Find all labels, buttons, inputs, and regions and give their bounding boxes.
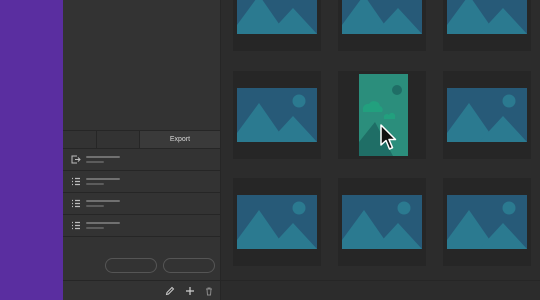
side-panel: Export <box>63 0 221 300</box>
left-sidebar <box>0 0 63 300</box>
placeholder-line <box>86 205 104 207</box>
thumbnail-cell[interactable] <box>233 178 321 266</box>
image-placeholder-icon <box>237 0 317 34</box>
placeholder-line <box>86 222 120 224</box>
tab-1[interactable] <box>63 130 97 149</box>
trash-icon[interactable] <box>204 286 214 296</box>
thumbnail-cell[interactable] <box>233 0 321 51</box>
image-placeholder-icon <box>342 195 422 249</box>
thumbnail-cell[interactable] <box>443 0 531 51</box>
plus-icon[interactable] <box>185 286 195 296</box>
pill-button-2[interactable] <box>163 258 215 273</box>
placeholder-line <box>86 161 104 163</box>
thumbnail-cell[interactable] <box>338 0 426 51</box>
tab-export[interactable]: Export <box>140 130 220 149</box>
list-icon <box>72 177 80 186</box>
tab-2[interactable] <box>97 130 140 149</box>
list-icon <box>72 199 80 208</box>
thumbnail-cell[interactable] <box>443 71 531 159</box>
mouse-pointer-icon <box>380 124 397 150</box>
placeholder-line <box>86 227 104 229</box>
panel-toolbar <box>63 280 220 300</box>
image-placeholder-icon <box>447 88 527 142</box>
placeholder-line <box>86 156 120 158</box>
image-placeholder-icon <box>342 0 422 34</box>
thumbnail-cell[interactable] <box>443 178 531 266</box>
thumbnail-cell[interactable] <box>338 178 426 266</box>
list-item[interactable] <box>63 215 220 237</box>
pencil-icon[interactable] <box>165 286 175 296</box>
export-icon <box>71 155 81 164</box>
placeholder-line <box>86 200 120 202</box>
list-icon <box>72 221 80 230</box>
placeholder-line <box>86 183 104 185</box>
list-item[interactable] <box>63 171 220 193</box>
image-placeholder-icon <box>447 0 527 34</box>
list-item[interactable] <box>63 193 220 215</box>
grid-footer <box>221 280 540 300</box>
image-placeholder-icon <box>237 195 317 249</box>
panel-list <box>63 149 220 237</box>
pill-button-1[interactable] <box>105 258 157 273</box>
thumbnail-cell[interactable] <box>233 71 321 159</box>
image-placeholder-icon <box>447 195 527 249</box>
list-item[interactable] <box>63 149 220 171</box>
panel-tabs: Export <box>63 130 220 149</box>
image-placeholder-icon <box>237 88 317 142</box>
placeholder-line <box>86 178 120 180</box>
